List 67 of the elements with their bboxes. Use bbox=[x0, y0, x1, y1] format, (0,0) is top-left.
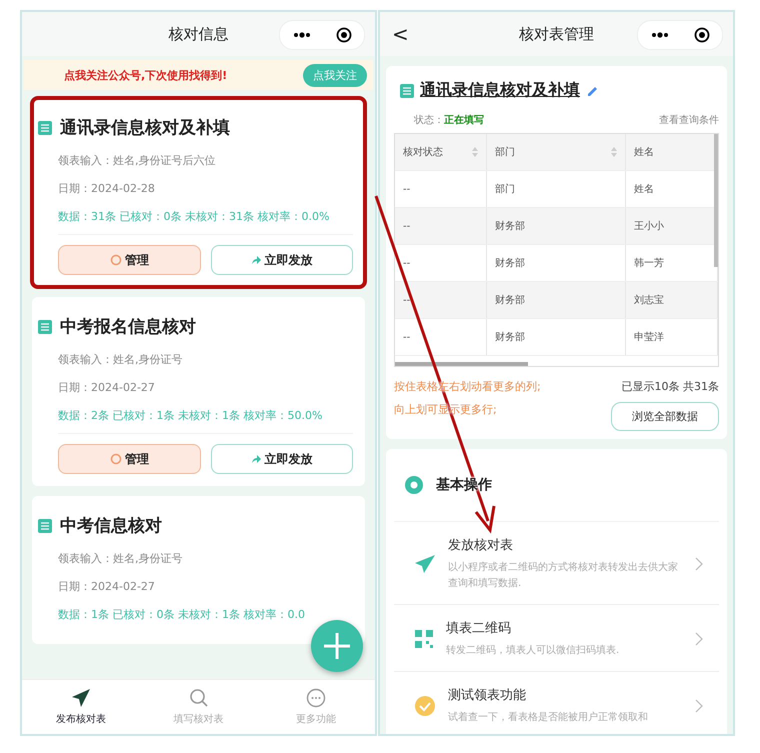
more-icon[interactable] bbox=[292, 32, 310, 38]
more-icon[interactable] bbox=[650, 32, 668, 38]
table-cell: -- bbox=[395, 319, 487, 355]
chevron-icon bbox=[695, 699, 703, 713]
list-icon bbox=[400, 84, 414, 98]
table-cell: 财务部 bbox=[487, 245, 626, 281]
share-arrow-icon bbox=[251, 454, 262, 464]
form-date: 日期：2024-02-27 bbox=[58, 380, 156, 395]
form-date: 日期：2024-02-28 bbox=[58, 181, 156, 196]
check-circle-icon bbox=[414, 695, 436, 717]
form-title: 通讯录信息核对及补填 bbox=[420, 80, 580, 101]
chevron-icon bbox=[695, 557, 703, 571]
query-link[interactable]: 查看查询条件 bbox=[659, 113, 719, 127]
input-fields: 领表输入：姓名,身份证号 bbox=[58, 551, 353, 566]
screen-title: 核对表管理 bbox=[519, 24, 594, 44]
form-stats: 数据：31条 已核对：0条 未核对：31条 核对率：0.0% bbox=[58, 209, 330, 224]
form-title: 中考信息核对 bbox=[60, 515, 162, 537]
input-fields: 领表输入：姓名,身份证号 bbox=[58, 352, 353, 367]
back-button[interactable]: < bbox=[392, 22, 409, 46]
browse-button[interactable]: 浏览全部数据 bbox=[611, 402, 719, 431]
follow-prompt: 点我关注公众号,下次使用找得到! bbox=[64, 68, 228, 82]
column-header[interactable]: 部门 bbox=[487, 134, 626, 170]
share-arrow-icon bbox=[251, 255, 262, 265]
table-cell: 财务部 bbox=[487, 282, 626, 318]
more-icon bbox=[306, 688, 326, 708]
qr-code-icon bbox=[414, 629, 434, 649]
action-description: 试着查一下，看表格是否能被用户正常领取和 bbox=[448, 710, 649, 725]
table-cell: 刘志宝 bbox=[626, 282, 718, 318]
plus-icon bbox=[322, 631, 352, 661]
form-stats: 数据：2条 已核对：1条 未核对：1条 核对率：50.0% bbox=[58, 408, 324, 423]
manage-button[interactable]: 管理 bbox=[58, 245, 200, 275]
input-fields: 领表输入：姓名,身份证号后六位 bbox=[58, 153, 353, 168]
chevron-icon bbox=[695, 632, 703, 646]
form-date: 日期：2024-02-27 bbox=[58, 579, 156, 594]
table-cell: 财务部 bbox=[487, 319, 626, 355]
action-description: 转发二维码，填表人可以微信扫码填表. bbox=[446, 644, 620, 658]
table-cell: 申莹洋 bbox=[626, 319, 718, 355]
publish-button[interactable]: 立即发放 bbox=[210, 245, 353, 275]
form-status: 状态：正在填写 bbox=[414, 114, 484, 127]
table-cell: 财务部 bbox=[487, 208, 626, 244]
column-header[interactable]: 核对状态 bbox=[395, 134, 487, 170]
action-item[interactable]: 填表二维码 转发二维码，填表人可以微信扫码填表. bbox=[394, 605, 719, 672]
search-icon bbox=[188, 688, 208, 708]
list-icon bbox=[38, 518, 52, 532]
paper-plane-icon bbox=[414, 554, 436, 574]
table-cell: 部门 bbox=[487, 171, 626, 207]
paper-plane-icon bbox=[70, 688, 91, 708]
table-cell: -- bbox=[395, 282, 487, 318]
record-count: 已显示10条 共31条 bbox=[620, 379, 719, 394]
manage-button[interactable]: 管理 bbox=[58, 444, 200, 474]
table-cell: -- bbox=[395, 171, 487, 207]
table-cell: -- bbox=[395, 245, 487, 281]
action-item[interactable]: 发放核对表 以小程序或者二维码的方式将核对表转发出去供大家查询和填写数据. bbox=[394, 522, 719, 605]
action-title: 测试领表功能 bbox=[448, 687, 527, 704]
publish-button[interactable]: 立即发放 bbox=[210, 444, 353, 474]
list-icon bbox=[38, 120, 52, 134]
form-title: 中考报名信息核对 bbox=[60, 316, 196, 338]
form-title: 通讯录信息核对及补填 bbox=[60, 117, 230, 139]
action-description: 以小程序或者二维码的方式将核对表转发出去供大家查询和填写数据. bbox=[448, 560, 679, 591]
table-cell: -- bbox=[395, 208, 487, 244]
action-item[interactable]: 测试领表功能 试着查一下，看表格是否能被用户正常领取和 bbox=[394, 672, 719, 734]
list-icon bbox=[38, 320, 52, 334]
screen-title: 核对信息 bbox=[168, 24, 228, 44]
action-title: 填表二维码 bbox=[446, 620, 512, 637]
nav-tab[interactable]: 发布核对表 bbox=[22, 680, 140, 734]
form-stats: 数据：1条 已核对：0条 未核对：1条 核对率：0.0 bbox=[58, 607, 306, 622]
action-title: 发放核对表 bbox=[448, 537, 514, 554]
